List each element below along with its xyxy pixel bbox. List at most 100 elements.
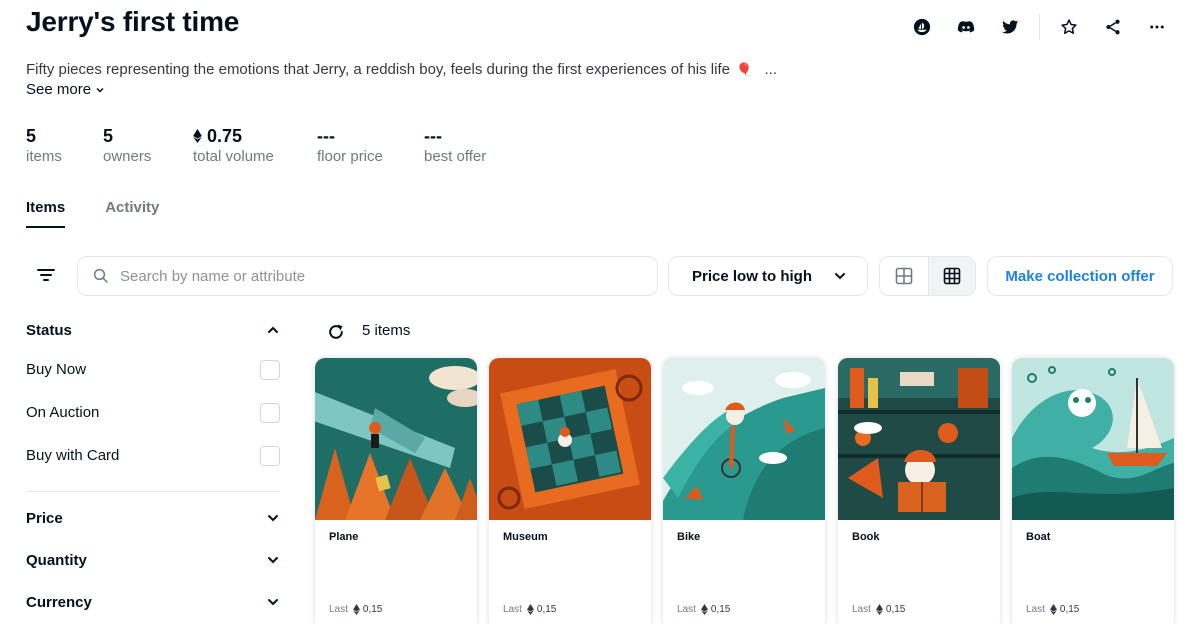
nft-card-bike[interactable]: Bike Last 0,15 (663, 358, 825, 624)
stat-label: best offer (424, 148, 487, 165)
small-grid-view-button[interactable] (927, 257, 975, 295)
currency-section-header[interactable]: Currency (26, 576, 280, 624)
option-label: On Auction (26, 404, 100, 421)
buy-with-card-checkbox[interactable] (260, 445, 280, 466)
last-price: 0,15 (362, 604, 383, 615)
collection-stats: 5 items 5 owners 0.75 total volume --- f… (26, 125, 524, 166)
make-collection-offer-button[interactable]: Make collection offer (987, 256, 1173, 296)
see-more-label: See more (26, 81, 92, 98)
section-title: Quantity (26, 551, 87, 569)
chevron-down-icon (268, 599, 278, 606)
nft-name: Boat (1026, 531, 1051, 543)
opensea-icon[interactable] (907, 12, 937, 42)
stat-owners: 5 owners (103, 125, 193, 166)
status-option-on-auction: On Auction (26, 391, 280, 434)
small-grid-icon (943, 267, 961, 285)
nft-artwork (1012, 358, 1174, 520)
chevron-down-icon (268, 557, 278, 564)
twitter-icon[interactable] (995, 12, 1025, 42)
nft-artwork (838, 358, 1000, 520)
nft-card-boat[interactable]: Boat Last 0,15 (1012, 358, 1174, 624)
eth-icon (1049, 604, 1057, 615)
stat-floor-price: --- floor price (317, 125, 424, 166)
option-label: Buy with Card (26, 447, 120, 464)
status-option-buy-with-card: Buy with Card (26, 434, 280, 477)
on-auction-checkbox[interactable] (260, 402, 280, 423)
discord-icon[interactable] (951, 12, 981, 42)
status-option-buy-now: Buy Now (26, 348, 280, 391)
chevron-down-icon (96, 87, 104, 93)
chevron-down-icon (268, 515, 278, 522)
sort-selected-label: Price low to high (692, 267, 813, 285)
quantity-section-header[interactable]: Quantity (26, 544, 280, 576)
nft-artwork (489, 358, 651, 520)
price-section-header[interactable]: Price (26, 492, 280, 544)
collection-title: Jerry's first time (26, 6, 240, 37)
stat-value: --- (424, 125, 442, 146)
last-sale: Last 0,15 (677, 604, 730, 615)
last-price: 0,15 (1059, 604, 1080, 615)
balloon-emoji: 🎈 (736, 62, 753, 77)
eth-icon (352, 604, 360, 615)
last-price: 0,15 (885, 604, 906, 615)
description-text: Fifty pieces representing the emotions t… (26, 61, 730, 78)
nft-artwork (663, 358, 825, 520)
nft-name: Museum (503, 531, 548, 543)
sort-dropdown[interactable]: Price low to high (668, 256, 868, 296)
last-label: Last (329, 604, 348, 615)
see-more-link[interactable]: See more (26, 81, 105, 98)
filter-sidebar: Status Buy Now On Auction Buy with Card … (26, 312, 280, 624)
nft-card-book[interactable]: Book Last 0,15 (838, 358, 1000, 624)
status-section-header[interactable]: Status (26, 312, 280, 348)
tab-activity[interactable]: Activity (105, 199, 159, 228)
star-icon[interactable] (1054, 12, 1084, 42)
buy-now-checkbox[interactable] (260, 359, 280, 380)
stat-label: owners (103, 148, 152, 165)
section-title: Currency (26, 593, 92, 611)
stat-total-volume: 0.75 total volume (193, 125, 317, 166)
eth-icon (526, 604, 534, 615)
stat-label: items (26, 148, 62, 165)
tab-items[interactable]: Items (26, 199, 66, 228)
last-price: 0,15 (536, 604, 557, 615)
last-label: Last (1026, 604, 1045, 615)
description-ellipsis: ... (764, 61, 778, 78)
last-sale: Last 0,15 (329, 604, 382, 615)
stat-label: floor price (317, 148, 383, 165)
stat-label: total volume (193, 148, 274, 165)
more-icon[interactable] (1142, 12, 1172, 42)
eth-icon (700, 604, 708, 615)
toolbar-divider (1039, 14, 1040, 40)
nft-card-museum[interactable]: Museum Last 0,15 (489, 358, 651, 624)
results-count: 5 items (362, 322, 411, 339)
stat-value: 5 (103, 125, 114, 146)
stat-value: 5 (26, 125, 37, 146)
eth-icon (875, 604, 883, 615)
search-field[interactable] (77, 256, 658, 296)
nft-artwork (315, 358, 477, 520)
eth-icon (193, 129, 202, 143)
stat-value: --- (317, 125, 335, 146)
large-grid-view-button[interactable] (880, 257, 928, 295)
search-icon (93, 268, 108, 283)
refresh-icon[interactable] (326, 322, 346, 342)
stat-value: 0.75 (207, 125, 243, 146)
option-label: Buy Now (26, 361, 87, 378)
chevron-down-icon (835, 273, 845, 280)
last-label: Last (852, 604, 871, 615)
stat-best-offer: --- best offer (424, 125, 524, 166)
filter-toggle-icon[interactable] (34, 263, 58, 287)
section-title: Status (26, 321, 72, 339)
view-mode-toggle (879, 256, 976, 296)
section-title: Price (26, 509, 63, 527)
search-input[interactable] (120, 267, 640, 285)
last-sale: Last 0,15 (852, 604, 905, 615)
last-label: Last (677, 604, 696, 615)
nft-card-plane[interactable]: Plane Last 0,15 (315, 358, 477, 624)
stat-value-eth: 0.75 (193, 125, 317, 147)
nft-name: Bike (677, 531, 701, 543)
share-icon[interactable] (1098, 12, 1128, 42)
chevron-up-icon (268, 326, 278, 333)
last-sale: Last 0,15 (1026, 604, 1079, 615)
last-label: Last (503, 604, 522, 615)
